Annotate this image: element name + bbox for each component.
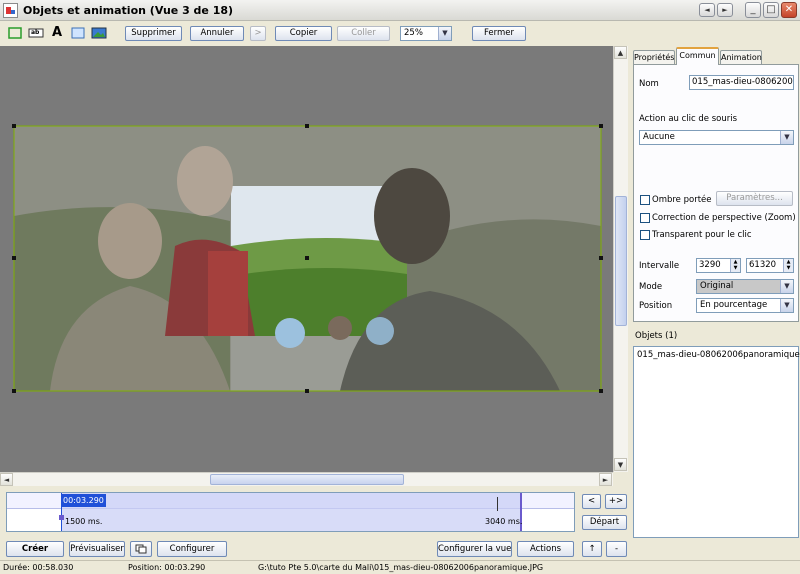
status-duree: Durée: 00:58.030 bbox=[3, 563, 74, 572]
parametres-button[interactable]: Paramètres... bbox=[716, 191, 793, 206]
position-label: Position bbox=[639, 301, 673, 311]
horizontal-scrollbar[interactable]: ◄ ► bbox=[0, 472, 613, 486]
intervalle-start-input[interactable]: 3290 ▲ ▼ bbox=[696, 258, 741, 273]
end-time-label: 3040 ms. bbox=[485, 517, 523, 526]
close-button[interactable]: ✕ bbox=[781, 2, 797, 18]
toolbar: ab A Supprimer Annuler > Copier Coller 2… bbox=[0, 21, 800, 46]
transparent-label: Transparent pour le clic bbox=[652, 230, 752, 240]
intervalle-label: Intervalle bbox=[639, 261, 680, 271]
scroll-up-icon[interactable]: ▲ bbox=[614, 46, 627, 59]
chevron-down-icon: ▼ bbox=[780, 280, 793, 293]
perspective-label: Correction de perspective (Zoom) bbox=[652, 213, 796, 223]
chevron-down-icon: ▼ bbox=[438, 27, 451, 40]
maximize-button[interactable]: □ bbox=[763, 2, 779, 18]
timeline-cursor[interactable] bbox=[61, 493, 62, 531]
previsualiser-button[interactable]: Prévisualiser bbox=[69, 541, 125, 557]
commun-tab-content: Nom 015_mas-dieu-08062006pa Action au cl… bbox=[633, 64, 799, 322]
rectangle-tool-icon[interactable] bbox=[6, 24, 24, 42]
chevron-down-icon: ▼ bbox=[780, 299, 793, 312]
timeline-prev-button[interactable]: < bbox=[582, 494, 601, 509]
supprimer-button[interactable]: Supprimer bbox=[125, 26, 182, 41]
status-position: Position: 00:03.290 bbox=[128, 563, 206, 572]
timeline-next-button[interactable]: +> bbox=[605, 494, 627, 509]
timeline-selection[interactable] bbox=[61, 493, 521, 531]
current-time-label: 00:03.290 bbox=[61, 494, 106, 507]
timeline[interactable]: 00:03.290 1500 ms. 3040 ms. bbox=[6, 492, 575, 532]
scroll-left-icon[interactable]: ◄ bbox=[0, 473, 13, 486]
tab-proprietes[interactable]: Propriétés bbox=[633, 50, 675, 65]
tab-animation[interactable]: Animation bbox=[720, 50, 762, 65]
action-label: Action au clic de souris bbox=[639, 114, 738, 124]
zoom-select[interactable]: 25% ▼ bbox=[400, 26, 452, 41]
remove-button[interactable]: - bbox=[606, 541, 627, 557]
tab-commun[interactable]: Commun bbox=[676, 47, 719, 65]
mode-select[interactable]: Original ▼ bbox=[696, 279, 794, 294]
bottom-bar: Créer Prévisualiser Configurer Configure… bbox=[0, 538, 800, 560]
objects-list[interactable]: 015_mas-dieu-08062006panoramique bbox=[633, 346, 800, 538]
app-icon bbox=[3, 3, 18, 18]
spinner-icon[interactable]: ▲ ▼ bbox=[730, 259, 740, 272]
image-tool-icon[interactable] bbox=[90, 24, 108, 42]
nom-input[interactable]: 015_mas-dieu-08062006pa bbox=[689, 75, 794, 90]
vertical-scroll-thumb[interactable] bbox=[615, 196, 627, 326]
horizontal-scroll-thumb[interactable] bbox=[210, 474, 404, 485]
copier-button[interactable]: Copier bbox=[275, 26, 332, 41]
text-tool-icon[interactable]: A bbox=[48, 24, 66, 42]
back-icon[interactable]: ◄ bbox=[699, 3, 715, 17]
window-title: Objets et animation (Vue 3 de 18) bbox=[23, 4, 234, 17]
ombre-checkbox[interactable] bbox=[640, 195, 650, 205]
annuler-button[interactable]: Annuler bbox=[190, 26, 244, 41]
minimize-button[interactable]: _ bbox=[745, 2, 761, 18]
intervalle-end-input[interactable]: 61320 ▲ ▼ bbox=[746, 258, 794, 273]
actions-button[interactable]: Actions bbox=[517, 541, 574, 557]
action-select[interactable]: Aucune ▼ bbox=[639, 130, 794, 145]
spinner-icon[interactable]: ▲ ▼ bbox=[783, 259, 793, 272]
chevron-down-icon: ▼ bbox=[780, 131, 793, 144]
forward-icon[interactable]: ► bbox=[717, 3, 733, 17]
mode-label: Mode bbox=[639, 282, 663, 292]
frame-tool-icon[interactable] bbox=[69, 24, 87, 42]
text-box-tool-icon[interactable]: ab bbox=[27, 24, 45, 42]
vertical-scrollbar[interactable]: ▲ ▼ bbox=[613, 46, 628, 472]
nom-label: Nom bbox=[639, 79, 659, 89]
redo-button[interactable]: > bbox=[250, 26, 266, 41]
objects-label: Objets (1) bbox=[635, 331, 678, 341]
ombre-label: Ombre portée bbox=[652, 195, 712, 205]
depart-button[interactable]: Départ bbox=[582, 515, 627, 530]
zoom-value: 25% bbox=[404, 28, 423, 38]
copy-icon[interactable] bbox=[130, 541, 152, 557]
status-bar: Durée: 00:58.030 Position: 00:03.290 G:\… bbox=[0, 560, 800, 574]
position-select[interactable]: En pourcentage ▼ bbox=[696, 298, 794, 313]
timeline-tick bbox=[497, 497, 498, 511]
creer-button[interactable]: Créer bbox=[6, 541, 64, 557]
canvas[interactable] bbox=[0, 46, 613, 472]
start-keyframe-icon[interactable] bbox=[59, 515, 64, 520]
properties-panel: Propriétés Commun Animation Nom 015_mas-… bbox=[630, 46, 800, 538]
status-path: G:\tuto Pte 5.0\carte du Mali\015_mas-di… bbox=[258, 563, 544, 572]
list-item[interactable]: 015_mas-dieu-08062006panoramique bbox=[637, 350, 800, 360]
slide-preview bbox=[12, 124, 603, 393]
scroll-down-icon[interactable]: ▼ bbox=[614, 458, 627, 471]
scroll-right-icon[interactable]: ► bbox=[599, 473, 612, 486]
configurer-button[interactable]: Configurer bbox=[157, 541, 227, 557]
configurer-vue-button[interactable]: Configurer la vue bbox=[437, 541, 512, 557]
title-bar: Objets et animation (Vue 3 de 18) ◄ ► _ … bbox=[0, 0, 800, 21]
transparent-checkbox[interactable] bbox=[640, 230, 650, 240]
move-up-button[interactable]: ↑ bbox=[582, 541, 602, 557]
start-time-label: 1500 ms. bbox=[65, 517, 103, 526]
fermer-button[interactable]: Fermer bbox=[472, 26, 526, 41]
coller-button[interactable]: Coller bbox=[337, 26, 390, 41]
perspective-checkbox[interactable] bbox=[640, 213, 650, 223]
timeline-area: 00:03.290 1500 ms. 3040 ms. < +> Départ bbox=[0, 486, 630, 538]
